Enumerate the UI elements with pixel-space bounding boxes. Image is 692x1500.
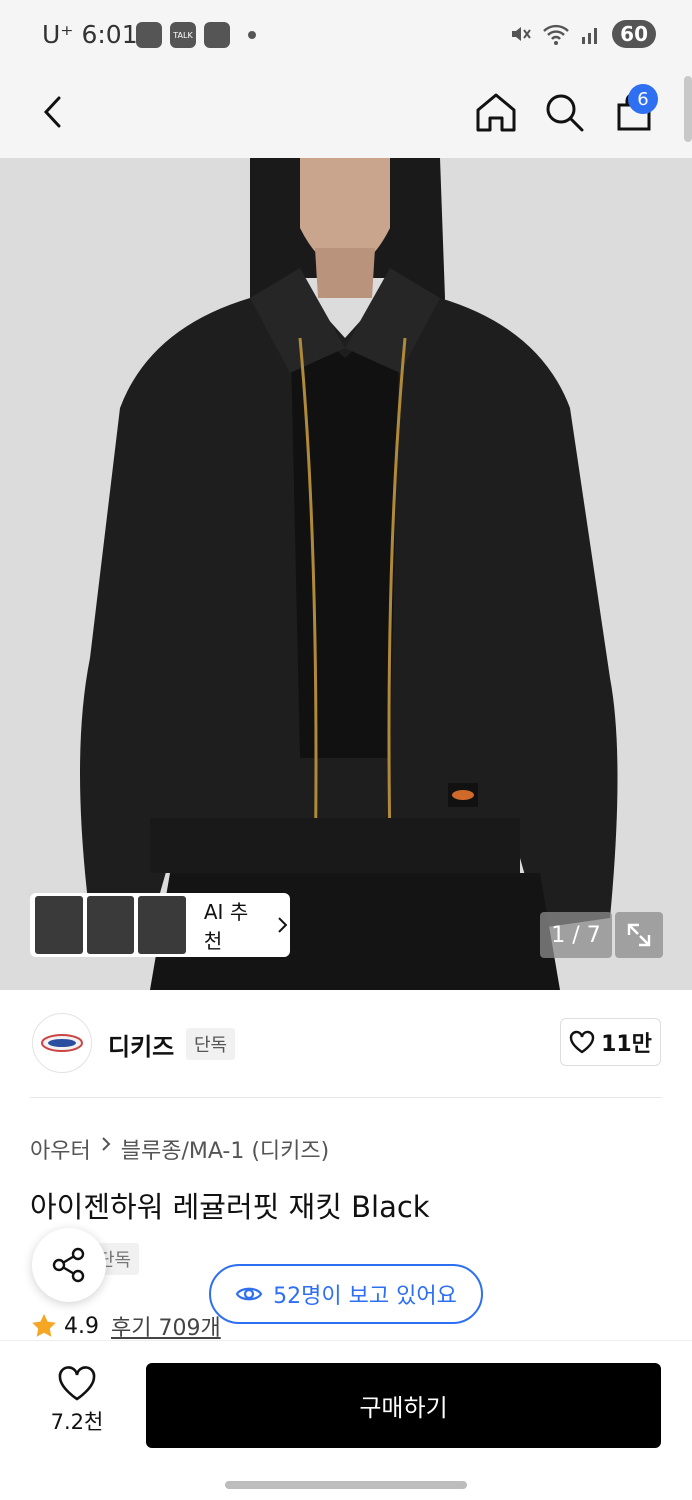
chevron-right-icon [278, 917, 288, 933]
breadcrumb: 아우터 블루종/MA-1 (디키즈) [30, 1133, 329, 1165]
divider [30, 1097, 662, 1098]
star-icon [32, 1314, 56, 1337]
battery-indicator: 60 [612, 20, 656, 48]
brand-like-button[interactable]: 11만 [560, 1018, 661, 1066]
review-link[interactable]: 후기 709개 [111, 1310, 221, 1342]
expand-icon [627, 923, 651, 947]
scrollbar[interactable] [684, 76, 692, 142]
buy-button[interactable]: 구매하기 [146, 1363, 661, 1448]
wifi-icon [543, 24, 570, 45]
ai-thumbnail-3[interactable] [138, 896, 186, 954]
ai-thumbnail-1[interactable] [35, 896, 83, 954]
screenshot-icon [136, 22, 162, 48]
heart-icon [58, 1366, 96, 1401]
talk-label: TALK [173, 30, 193, 40]
search-button[interactable] [536, 84, 592, 140]
brand-name[interactable]: 디키즈 [108, 1027, 174, 1062]
ai-thumbnail-2[interactable] [86, 896, 135, 954]
back-button[interactable] [26, 84, 82, 140]
more-dot-icon [248, 31, 256, 39]
cart-count-badge: 6 [628, 84, 658, 114]
rating-row: 4.9 후기 709개 [30, 1310, 221, 1342]
home-icon [476, 93, 516, 132]
eye-icon [235, 1287, 263, 1301]
wishlist-button[interactable]: 7.2천 [42, 1366, 112, 1446]
wishlist-count: 7.2천 [50, 1410, 104, 1434]
brand-like-count: 11만 [601, 1032, 652, 1057]
viewers-pill: 52명이 보고 있어요 [209, 1264, 483, 1324]
image-page-indicator: 1 / 7 [540, 912, 612, 958]
dickies-logo-icon [41, 1034, 83, 1052]
time-label: 6:01 [81, 20, 138, 49]
home-button[interactable] [468, 84, 524, 140]
share-button[interactable] [32, 1228, 106, 1302]
product-image-carousel[interactable]: AI 추천 1 / 7 [0, 158, 692, 990]
mute-icon [512, 27, 531, 41]
system-icons: 60 [508, 20, 656, 48]
heart-icon [569, 1030, 595, 1054]
box-icon [204, 22, 230, 48]
product-photo [0, 158, 692, 990]
ai-recommend-label: AI 추천 [203, 900, 249, 953]
brand-logo[interactable] [32, 1013, 92, 1073]
product-title: 아이젠하워 레귤러핏 재킷 Black [30, 1190, 430, 1224]
top-nav: 6 [0, 70, 692, 158]
chevron-right-icon [102, 1137, 111, 1151]
signal-icon [582, 28, 598, 44]
carrier-label: U⁺ [42, 20, 74, 49]
talk-icon: TALK [170, 22, 196, 48]
notification-icons: TALK [136, 22, 256, 48]
viewers-text: 52명이 보고 있어요 [273, 1284, 457, 1309]
rating-value: 4.9 [64, 1313, 99, 1339]
status-bar: U⁺ 6:01 TALK 60 [0, 0, 692, 70]
search-icon [546, 94, 584, 132]
chevron-left-icon [43, 96, 61, 128]
share-icon [52, 1247, 85, 1283]
expand-image-button[interactable] [615, 912, 663, 958]
breadcrumb-item-outer[interactable]: 아우터 [30, 1133, 91, 1165]
breadcrumb-item-category[interactable]: 블루종/MA-1 (디키즈) [121, 1133, 330, 1165]
home-indicator[interactable] [225, 1481, 467, 1489]
ai-recommend-card[interactable]: AI 추천 [30, 893, 290, 957]
status-time: U⁺ 6:01 [42, 20, 138, 49]
cart-button[interactable]: 6 [606, 84, 662, 140]
brand-exclusive-badge: 단독 [186, 1028, 236, 1060]
